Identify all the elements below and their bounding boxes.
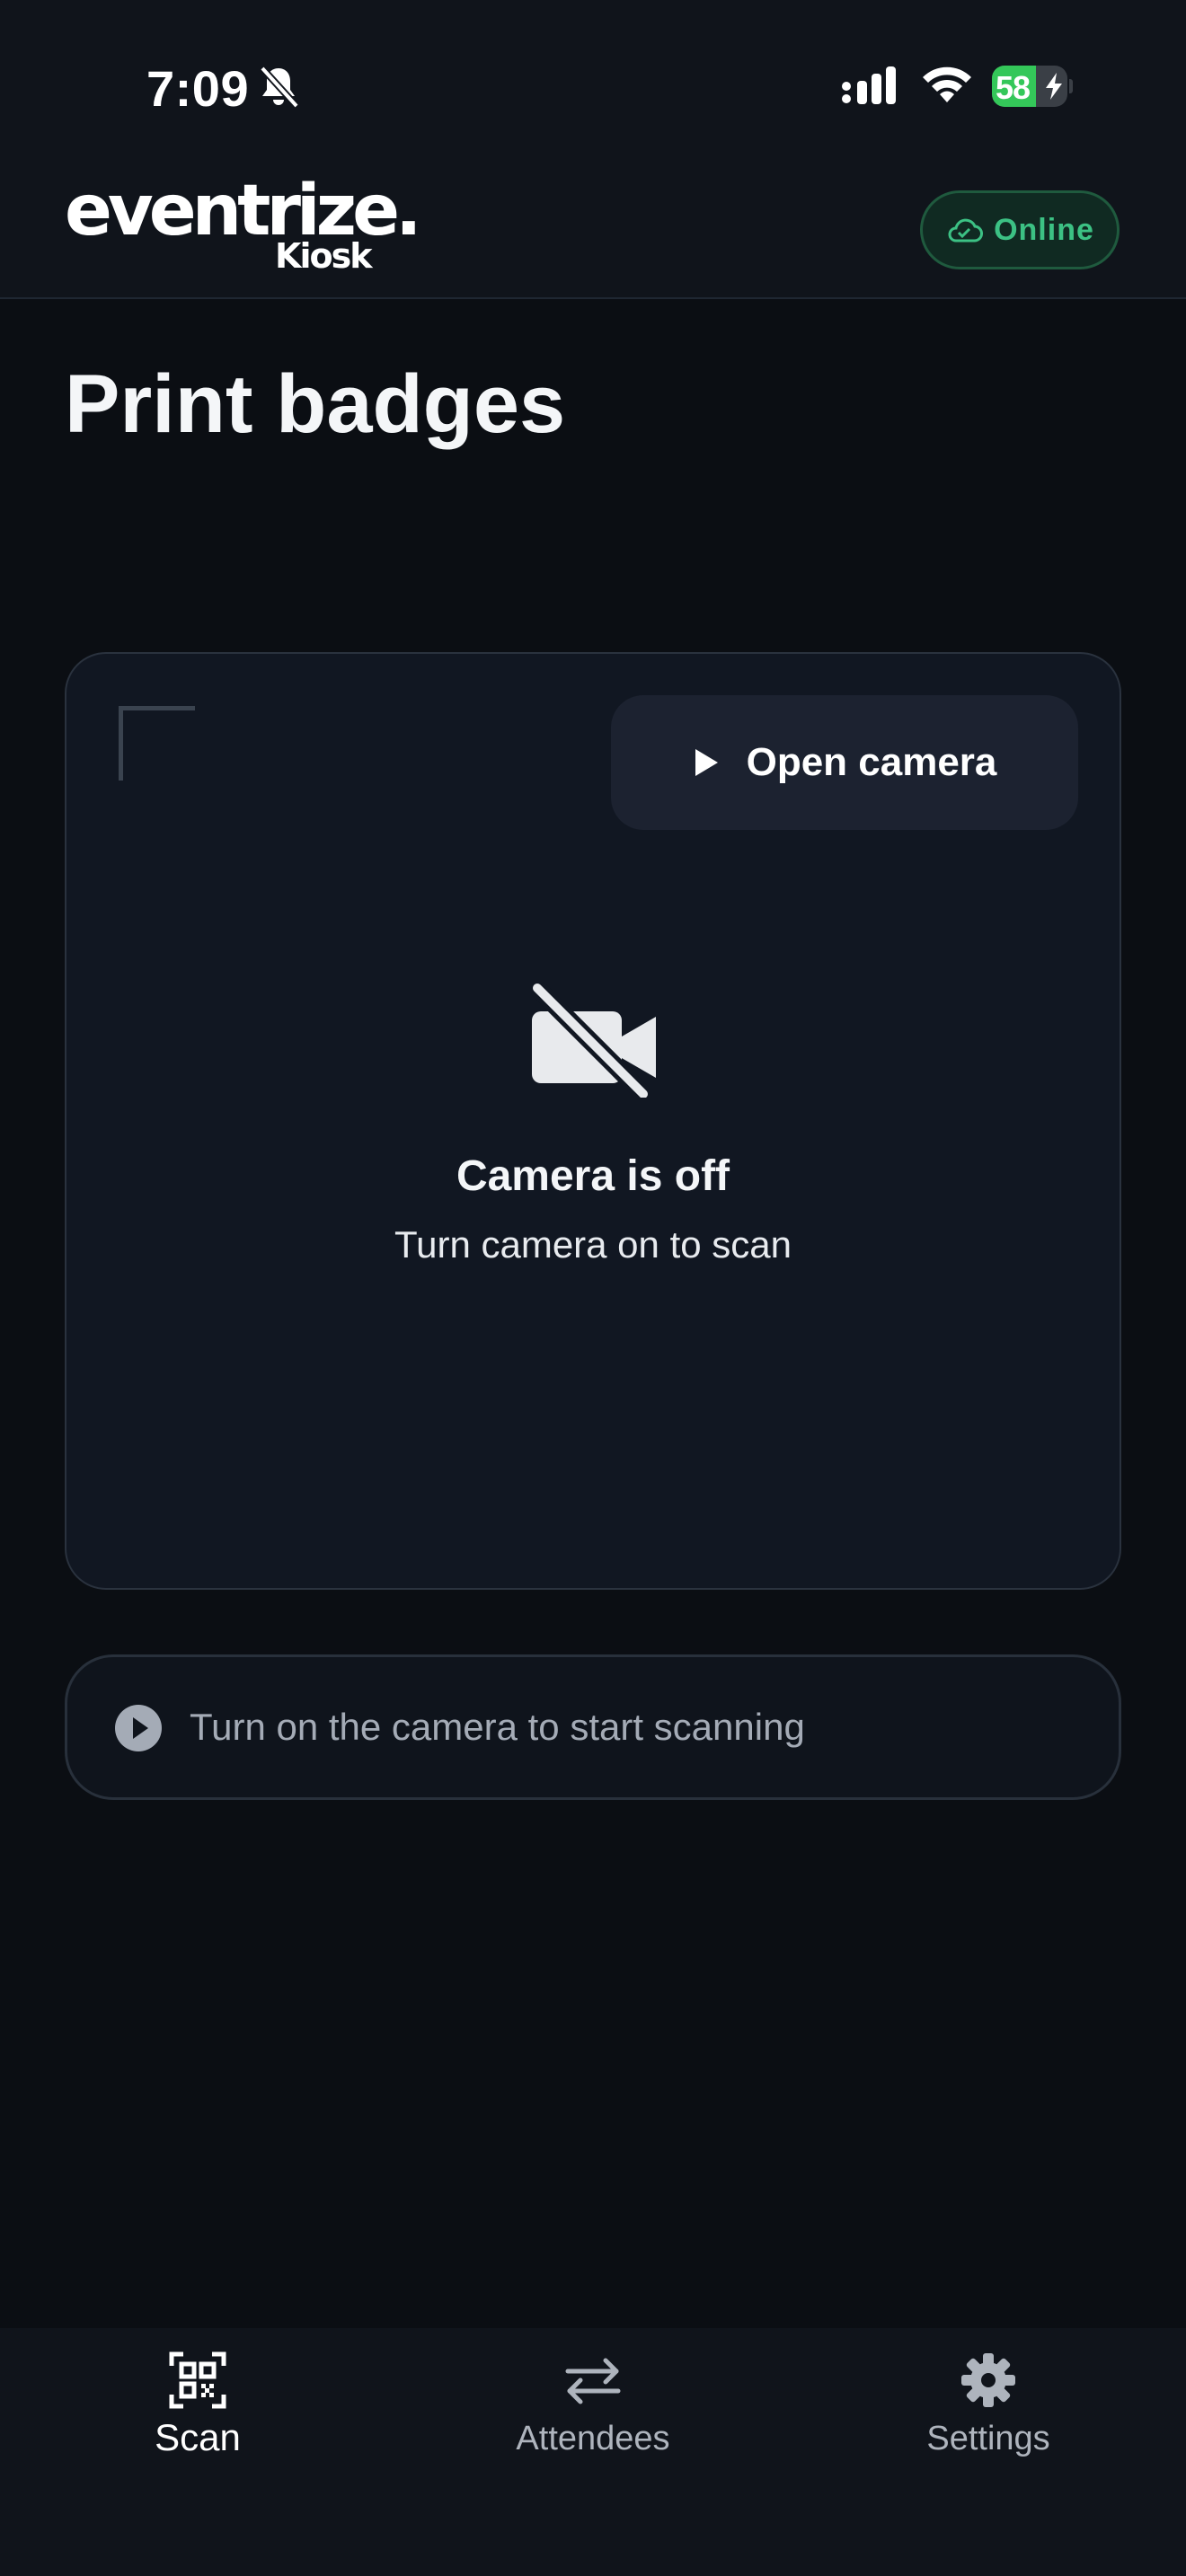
wifi-icon xyxy=(923,66,971,102)
video-off-icon xyxy=(530,981,656,1098)
connection-status-label: Online xyxy=(994,212,1094,247)
nav-label-settings: Settings xyxy=(926,2420,1050,2457)
play-icon xyxy=(695,749,718,776)
nav-label-scan: Scan xyxy=(155,2416,241,2458)
nav-label-attendees: Attendees xyxy=(516,2420,670,2457)
nav-item-settings[interactable]: Settings xyxy=(791,2328,1186,2576)
charging-bolt-icon xyxy=(1046,73,1062,100)
page-title: Print badges xyxy=(65,358,566,450)
scan-status-message: Turn on the camera to start scanning xyxy=(190,1706,805,1748)
open-camera-label: Open camera xyxy=(746,740,997,784)
gear-icon xyxy=(961,2353,1015,2407)
viewfinder-corner-mark xyxy=(119,706,195,781)
logo-subtext: Kiosk xyxy=(275,236,372,276)
nav-item-scan[interactable]: Scan xyxy=(0,2328,395,2576)
cloud-check-icon xyxy=(948,218,984,243)
play-circle-icon xyxy=(115,1705,162,1751)
swap-arrows-icon xyxy=(565,2358,621,2404)
camera-off-title: Camera is off xyxy=(456,1152,730,1200)
bell-off-icon xyxy=(260,66,299,109)
status-time: 7:09 xyxy=(146,60,250,117)
bottom-navigation: Scan Attendees Settings xyxy=(0,2328,1186,2576)
nav-item-attendees[interactable]: Attendees xyxy=(395,2328,791,2576)
scan-status-banner: Turn on the camera to start scanning xyxy=(65,1654,1121,1800)
connection-status-badge: Online xyxy=(920,190,1120,269)
app-header: 7:09 58 eventrize. Kiosk Online xyxy=(0,0,1186,299)
qr-code-icon xyxy=(169,2351,226,2409)
camera-off-subtitle: Turn camera on to scan xyxy=(394,1223,792,1266)
battery-indicator: 58 xyxy=(992,66,1073,107)
camera-viewfinder: Open camera Camera is off Turn camera on… xyxy=(65,652,1121,1590)
app-logo: eventrize. Kiosk xyxy=(65,176,422,280)
open-camera-button[interactable]: Open camera xyxy=(611,695,1078,830)
battery-level: 58 xyxy=(996,69,1031,106)
cellular-signal-icon xyxy=(842,66,896,104)
